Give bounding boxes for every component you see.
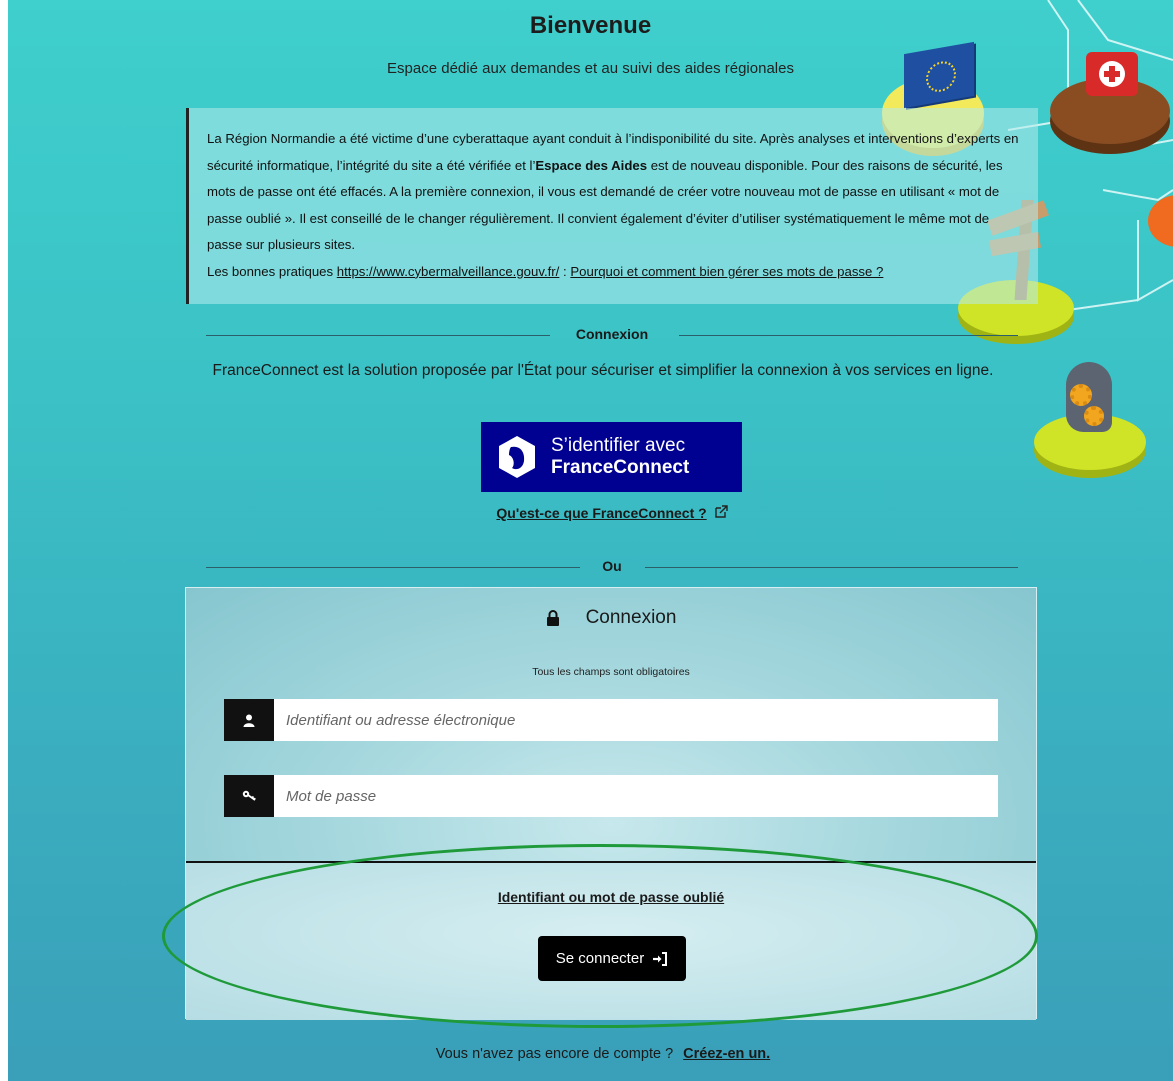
lock-icon — [546, 610, 559, 626]
page-background: Bienvenue Espace dédié aux demandes et a… — [8, 0, 1173, 1081]
signup-prompt: Vous n'avez pas encore de compte ? Créez… — [8, 1046, 1173, 1062]
password-advice-link[interactable]: Pourquoi et comment bien gérer ses mots … — [570, 264, 883, 279]
franceconnect-info-label: Qu'est-ce que FranceConnect ? — [496, 505, 707, 521]
login-heading: Connexion — [186, 588, 1036, 648]
franceconnect-button[interactable]: S’identifier avec FranceConnect — [481, 422, 742, 492]
franceconnect-info-link[interactable]: Qu'est-ce que FranceConnect ? — [8, 505, 1173, 521]
page-subtitle: Espace dédié aux demandes et au suivi de… — [387, 60, 794, 77]
franceconnect-button-line1: S’identifier avec — [551, 435, 686, 456]
page-title: Bienvenue — [529, 12, 652, 39]
franceconnect-logo-icon — [497, 435, 537, 479]
user-icon — [224, 699, 274, 741]
key-icon — [224, 775, 274, 817]
sign-in-icon — [653, 951, 668, 966]
login-heading-label: Connexion — [585, 607, 677, 628]
practices-prefix: Les bonnes pratiques — [207, 263, 337, 279]
password-input[interactable] — [274, 775, 998, 817]
gear-icon — [1084, 406, 1104, 426]
external-link-icon — [714, 505, 728, 518]
username-field — [224, 699, 998, 741]
or-separator: Ou — [206, 558, 1018, 578]
forgot-credentials: Identifiant ou mot de passe oublié — [186, 889, 1036, 905]
or-separator-label: Ou — [602, 558, 622, 574]
connexion-separator: Connexion — [206, 326, 1018, 346]
notice-bold-text: Espace des Aides — [535, 157, 648, 173]
franceconnect-description: FranceConnect est la solution proposée p… — [212, 362, 994, 379]
username-input[interactable] — [274, 699, 998, 741]
gear-icon — [1070, 384, 1092, 406]
security-notice: La Région Normandie a été victime d’une … — [186, 108, 1038, 304]
required-fields-note: Tous les champs sont obligatoires — [532, 666, 690, 678]
login-form: Connexion Tous les champs sont obligatoi… — [185, 587, 1037, 1020]
signup-prompt-text: Vous n'avez pas encore de compte ? — [435, 1046, 674, 1062]
connexion-separator-label: Connexion — [575, 326, 649, 342]
franceconnect-button-line2: FranceConnect — [551, 457, 690, 478]
cybermalveillance-link[interactable]: https://www.cybermalveillance.gouv.fr/ — [337, 264, 560, 279]
forgot-credentials-link[interactable]: Identifiant ou mot de passe oublié — [498, 889, 724, 905]
create-account-link[interactable]: Créez-en un. — [683, 1046, 770, 1062]
login-button[interactable]: Se connecter — [538, 936, 686, 981]
login-button-label: Se connecter — [555, 950, 645, 967]
password-field — [224, 775, 998, 817]
login-actions: Identifiant ou mot de passe oublié Se co… — [186, 863, 1036, 1020]
practices-separator: : — [559, 263, 571, 279]
